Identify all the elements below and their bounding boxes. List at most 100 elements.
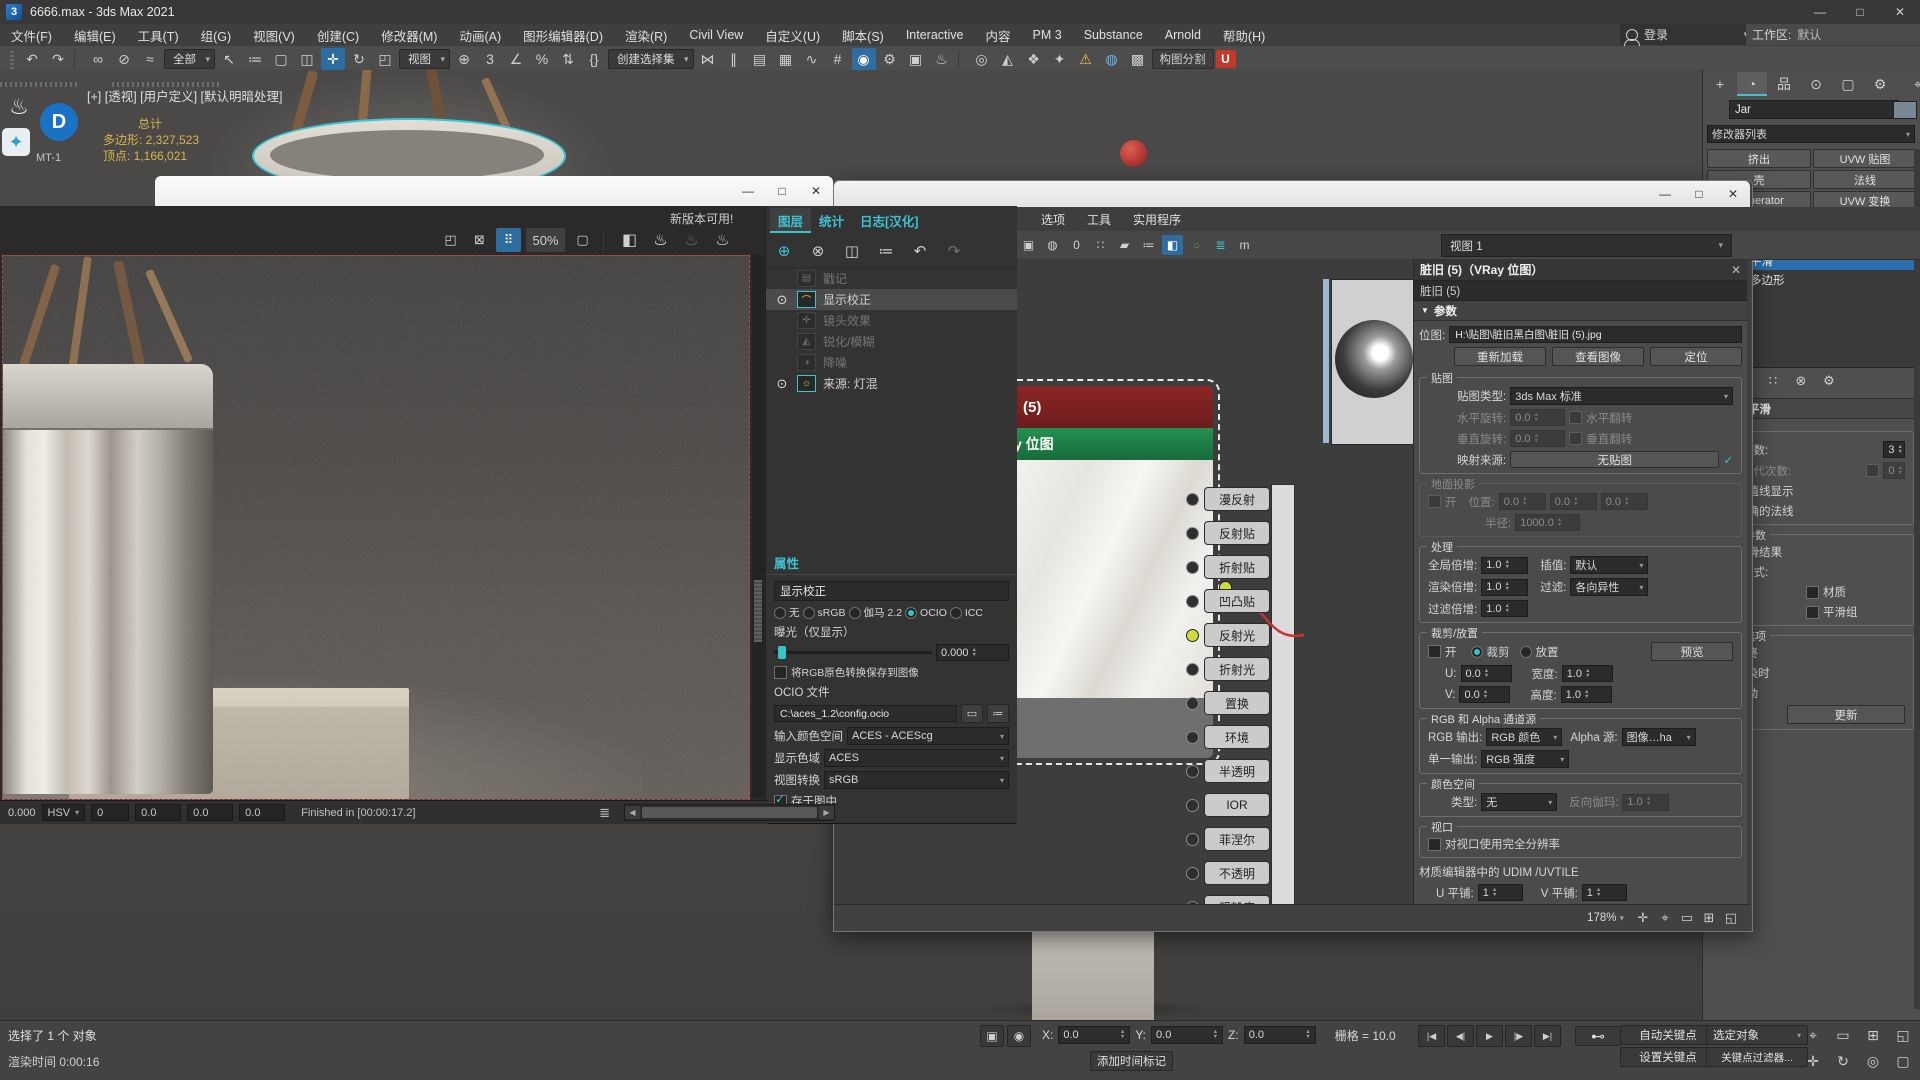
- ribbon-toggle-icon[interactable]: ▦: [774, 48, 798, 70]
- plugin-toolbar-icon[interactable]: ❖: [1022, 48, 1046, 70]
- layer-list-icon[interactable]: ≔: [874, 239, 898, 263]
- input-socket-row[interactable]: 半透明: [1186, 759, 1270, 783]
- close-button[interactable]: ✕: [1716, 182, 1750, 206]
- rectangular-selection-icon[interactable]: ▢: [269, 48, 293, 70]
- redo-icon[interactable]: ↷: [46, 48, 70, 70]
- input-socket[interactable]: [1186, 629, 1199, 642]
- go-to-end-button[interactable]: ▶|: [1534, 1025, 1561, 1047]
- snowflake-plugin-icon[interactable]: ✦: [2, 128, 30, 156]
- set-keys-button[interactable]: ⊷: [1575, 1026, 1621, 1046]
- vfb-panel-tab[interactable]: 统计: [811, 208, 852, 233]
- folder-icon[interactable]: ▭: [961, 704, 983, 723]
- toolbar-grip[interactable]: [10, 49, 14, 69]
- unlink-selection-icon[interactable]: ⊘: [112, 48, 136, 70]
- render-last-icon[interactable]: ♨: [647, 228, 674, 252]
- mirror-icon[interactable]: ⋈: [696, 48, 720, 70]
- zoom-selected-icon[interactable]: ◱: [1720, 908, 1742, 928]
- dock-grip[interactable]: [112, 82, 222, 87]
- isolate-selection-toggle[interactable]: ▣: [980, 1025, 1004, 1047]
- menu-item[interactable]: 修改器(M): [370, 24, 448, 46]
- menu-item[interactable]: 编辑(E): [63, 24, 127, 46]
- select-by-name-icon[interactable]: ≔: [243, 48, 267, 70]
- v-tile-spinner[interactable]: 1▲▼: [1582, 884, 1627, 901]
- render-setup-icon[interactable]: ⚙: [878, 48, 902, 70]
- place-radio[interactable]: [1520, 646, 1532, 658]
- edit-named-selections-icon[interactable]: {}: [582, 48, 606, 70]
- u-plugin-icon[interactable]: U: [1216, 50, 1236, 68]
- menu-item[interactable]: PM 3: [1022, 24, 1073, 46]
- utilities-tab[interactable]: ⚙: [1865, 72, 1895, 96]
- fit-window-icon[interactable]: ▢: [570, 228, 595, 252]
- add-layer-icon[interactable]: ⊕: [772, 239, 796, 263]
- exposure-spinner[interactable]: 0.000▲▼: [936, 644, 1009, 661]
- select-and-scale-icon[interactable]: ◰: [373, 48, 397, 70]
- mono-output-dropdown[interactable]: RGB 强度: [1481, 750, 1569, 768]
- menu-item[interactable]: 工具(T): [127, 24, 190, 46]
- hierarchy-tab[interactable]: 品: [1769, 72, 1799, 96]
- menu-item[interactable]: 动画(A): [448, 24, 512, 46]
- select-and-rotate-icon[interactable]: ↻: [347, 48, 371, 70]
- pin-icon[interactable]: ⌖: [1903, 72, 1920, 96]
- orbit-icon[interactable]: ↻: [1830, 1049, 1856, 1073]
- filter-dropdown[interactable]: 各向异性: [1570, 578, 1648, 596]
- remove-modifier-icon[interactable]: ⊗: [1791, 372, 1811, 390]
- color-mode-radio[interactable]: [849, 607, 861, 619]
- zoom-region-icon[interactable]: ▭: [1830, 1023, 1856, 1047]
- vray-frame-buffer-icon[interactable]: ◭: [996, 48, 1020, 70]
- minimize-button[interactable]: —: [1800, 1, 1840, 24]
- y-coordinate-field[interactable]: 0.0▲▼: [1151, 1026, 1223, 1044]
- list-icon[interactable]: ≔: [987, 704, 1009, 723]
- overall-mult-spinner[interactable]: 1.0▲▼: [1481, 557, 1528, 574]
- input-socket[interactable]: [1186, 867, 1199, 880]
- render-iterations-spinner[interactable]: 0▲▼: [1883, 462, 1905, 479]
- input-socket[interactable]: [1186, 595, 1199, 608]
- clear-image-icon[interactable]: ⊠: [467, 228, 492, 252]
- modifier-button[interactable]: UVW 贴图: [1813, 149, 1917, 168]
- modifier-list-dropdown[interactable]: 修改器列表: [1707, 125, 1915, 143]
- menu-item[interactable]: Interactive: [895, 24, 975, 46]
- material-library-icon[interactable]: m: [1234, 235, 1255, 255]
- map-type-dropdown[interactable]: 3ds Max 标准: [1510, 387, 1733, 405]
- reload-button[interactable]: 重新加载: [1454, 347, 1546, 366]
- login-circle-icon[interactable]: ◍: [1100, 48, 1124, 70]
- menu-item[interactable]: Arnold: [1154, 24, 1212, 46]
- zoom-icon[interactable]: ⌖: [1654, 908, 1676, 928]
- reference-coordinate-dropdown[interactable]: 视图: [399, 49, 450, 69]
- menu-item[interactable]: 帮助(H): [1212, 24, 1276, 46]
- separator[interactable]: [74, 50, 82, 68]
- render-production-icon[interactable]: ♨: [709, 228, 736, 252]
- v-spinner[interactable]: 0.0▲▼: [1459, 686, 1510, 703]
- minimize-button[interactable]: —: [731, 179, 765, 203]
- u-tile-spinner[interactable]: 1▲▼: [1478, 884, 1523, 901]
- select-object-icon[interactable]: ↖: [217, 48, 241, 70]
- view-tab[interactable]: 视图 1▾: [1441, 234, 1732, 257]
- menu-item[interactable]: 脚本(S): [831, 24, 895, 46]
- plugin-logo-icon[interactable]: D: [40, 103, 78, 141]
- radius-spinner[interactable]: 1000.0▲▼: [1515, 514, 1580, 531]
- rendered-frame-window-icon[interactable]: ▣: [904, 48, 928, 70]
- mapping-source-button[interactable]: 无贴图: [1510, 451, 1719, 468]
- render-iterations-checkbox[interactable]: [1866, 464, 1879, 477]
- modify-tab[interactable]: ◔: [1737, 72, 1767, 96]
- menu-item[interactable]: 自定义(U): [754, 24, 831, 46]
- menu-item[interactable]: 组(G): [190, 24, 243, 46]
- composition-split-button[interactable]: 构图分割: [1152, 49, 1214, 69]
- input-socket-row[interactable]: 折射贴: [1186, 555, 1270, 579]
- warning-icon[interactable]: ⚠: [1074, 48, 1098, 70]
- save-image-icon[interactable]: ◰: [438, 228, 463, 252]
- panel-scrollbar[interactable]: [1914, 149, 1920, 1009]
- render-production-icon[interactable]: ♨: [930, 48, 954, 70]
- input-socket[interactable]: [1186, 765, 1199, 778]
- filter-mult-spinner[interactable]: 1.0▲▼: [1481, 600, 1528, 617]
- input-socket[interactable]: [1186, 833, 1199, 846]
- zoom-all-icon[interactable]: ⊞: [1860, 1023, 1886, 1047]
- plugin-toolbar-icon[interactable]: ✦: [1048, 48, 1072, 70]
- viewport-label[interactable]: [+] [透视] [用户定义] [默认明暗处理]: [87, 86, 283, 105]
- bitmap-path-field[interactable]: H:\贴图\脏旧黑白图\脏旧 (5).jpg: [1449, 326, 1742, 343]
- pos-z-spinner[interactable]: 0.0▲▼: [1601, 493, 1648, 510]
- undo-icon[interactable]: ↶: [908, 239, 932, 263]
- width-spinner[interactable]: 1.0▲▼: [1562, 665, 1613, 682]
- interpolation-dropdown[interactable]: 默认: [1570, 556, 1648, 574]
- angle-snap-icon[interactable]: ∠: [504, 48, 528, 70]
- h-rotation-spinner[interactable]: 0.0▲▼: [1510, 409, 1565, 426]
